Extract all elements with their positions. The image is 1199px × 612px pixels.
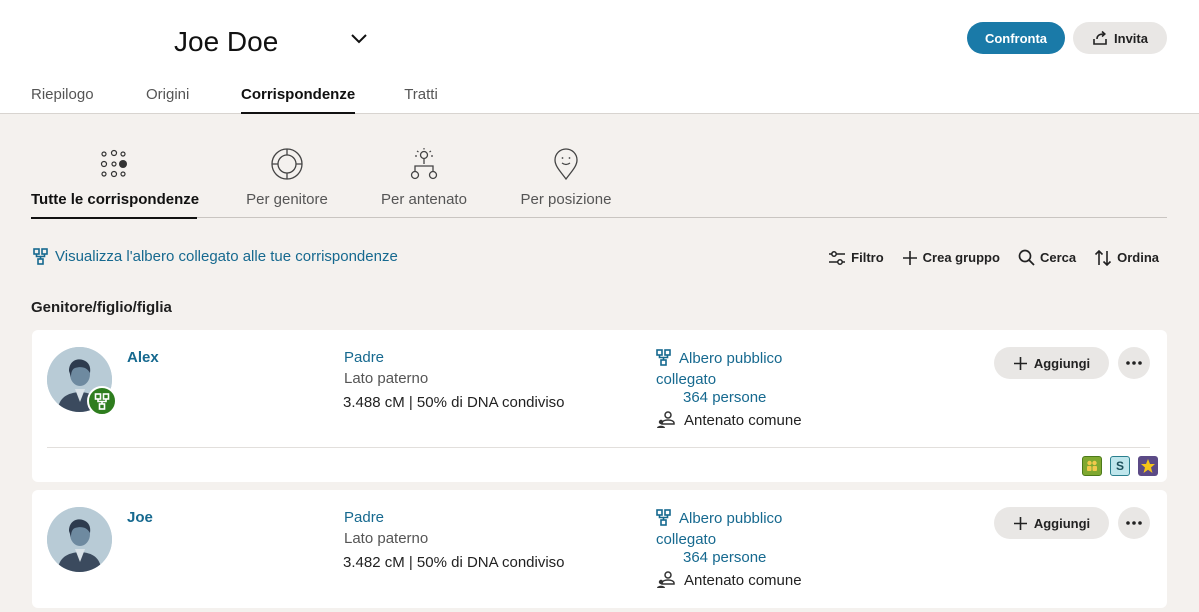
more-icon	[1126, 521, 1142, 525]
avatar[interactable]	[47, 507, 112, 572]
subtab-label: Tutte le corrispondenze	[31, 191, 200, 208]
subtab-by-ancestor[interactable]: Per antenato	[380, 146, 468, 218]
tree-label: Albero pubblico collegato	[656, 350, 783, 388]
tree-link-label: Visualizza l'albero collegato alle tue c…	[55, 248, 398, 265]
relationship: Padre	[344, 349, 385, 366]
subtab-by-location[interactable]: Per posizione	[519, 146, 613, 218]
match-actions: Filtro Crea gruppo Cerca Ordina	[828, 249, 1159, 266]
search-icon	[1018, 249, 1035, 266]
subtab-label: Per genitore	[246, 191, 328, 208]
search-button[interactable]: Cerca	[1018, 249, 1076, 266]
compare-button[interactable]: Confronta	[967, 22, 1065, 54]
tree-persons-count[interactable]: 364 persone	[683, 389, 766, 406]
tree-persons-count[interactable]: 364 persone	[683, 549, 766, 566]
add-label: Aggiungi	[1033, 515, 1091, 531]
common-ancestor-icon	[657, 411, 675, 428]
filter-icon	[829, 250, 846, 265]
tab-corrispondenze[interactable]: Corrispondenze	[241, 86, 356, 114]
tree-icon	[656, 349, 671, 366]
filter-label: Filtro	[851, 250, 884, 265]
search-label: Cerca	[1039, 250, 1077, 265]
match-name[interactable]: Joe	[127, 509, 153, 526]
create-group-label: Crea gruppo	[922, 250, 1000, 265]
ancestor-label: Antenato comune	[684, 571, 802, 589]
linked-tree-badge-icon	[87, 386, 117, 416]
tab-riepilogo[interactable]: Riepilogo	[31, 86, 146, 114]
plus-icon	[1013, 516, 1027, 530]
card-divider	[47, 447, 1150, 448]
match-name[interactable]: Alex	[127, 349, 159, 366]
tab-tratti[interactable]: Tratti	[404, 86, 438, 114]
profile-name: Joe Doe	[174, 26, 279, 57]
match-card: Joe Padre Lato paterno 3.482 cM | 50% di…	[32, 490, 1167, 608]
invite-label: Invita	[1114, 30, 1148, 46]
plus-icon	[902, 250, 917, 265]
side: Lato paterno	[344, 370, 429, 387]
main-tabs: Riepilogo Origini Corrispondenze Tratti	[31, 86, 438, 114]
subtab-all-matches[interactable]: Tutte le corrispondenze	[31, 146, 200, 219]
public-tree-link[interactable]: Albero pubblico collegato	[656, 508, 826, 550]
more-icon	[1126, 361, 1142, 365]
common-ancestor: Antenato comune	[656, 571, 802, 589]
ancestor-label: Antenato comune	[684, 411, 802, 429]
view-linked-tree-link[interactable]: Visualizza l'albero collegato alle tue c…	[33, 248, 398, 265]
star-tag-icon[interactable]	[1138, 456, 1158, 476]
ancestor-icon	[410, 148, 438, 180]
plus-icon	[1013, 356, 1027, 370]
create-group-button[interactable]: Crea gruppo	[902, 249, 1000, 266]
match-tags: S	[1082, 456, 1158, 476]
tree-icon	[33, 248, 48, 265]
location-icon	[554, 148, 578, 181]
sort-label: Ordina	[1117, 250, 1159, 265]
subtab-by-parent[interactable]: Per genitore	[245, 146, 329, 218]
section-title: Genitore/figlio/figlia	[31, 299, 172, 316]
subtab-label: Per posizione	[520, 191, 612, 208]
tree-icon	[656, 509, 671, 526]
match-card: Alex Padre Lato paterno 3.488 cM | 50% d…	[32, 330, 1167, 482]
filter-button[interactable]: Filtro	[828, 249, 884, 266]
tree-label: Albero pubblico collegato	[656, 510, 783, 548]
page-header: Joe Doe Confronta Invita Riepilogo Origi…	[0, 0, 1199, 114]
more-options-button[interactable]	[1118, 507, 1150, 539]
common-ancestor-icon	[657, 571, 675, 588]
match-subtabs: Tutte le corrispondenze Per genitore Per…	[31, 146, 1167, 219]
s-tag[interactable]: S	[1110, 456, 1130, 476]
common-ancestor: Antenato comune	[656, 411, 802, 429]
add-label: Aggiungi	[1033, 355, 1091, 371]
chevron-down-icon[interactable]	[348, 28, 370, 48]
add-match-button[interactable]: Aggiungi	[994, 347, 1109, 379]
invite-button[interactable]: Invita	[1073, 22, 1167, 54]
public-tree-link[interactable]: Albero pubblico collegato	[656, 348, 826, 390]
all-matches-icon	[100, 149, 127, 178]
shared-dna: 3.482 cM | 50% di DNA condiviso	[343, 554, 565, 571]
tab-origini[interactable]: Origini	[146, 86, 241, 114]
shared-dna: 3.488 cM | 50% di DNA condiviso	[343, 394, 565, 411]
sort-button[interactable]: Ordina	[1094, 249, 1159, 266]
more-options-button[interactable]	[1118, 347, 1150, 379]
relationship: Padre	[344, 509, 385, 526]
parent-icon	[271, 148, 303, 180]
group-tag-icon[interactable]	[1082, 456, 1102, 476]
sort-icon	[1095, 249, 1112, 266]
subtab-label: Per antenato	[381, 191, 467, 208]
side: Lato paterno	[344, 530, 429, 547]
add-match-button[interactable]: Aggiungi	[994, 507, 1109, 539]
share-icon	[1093, 30, 1107, 45]
